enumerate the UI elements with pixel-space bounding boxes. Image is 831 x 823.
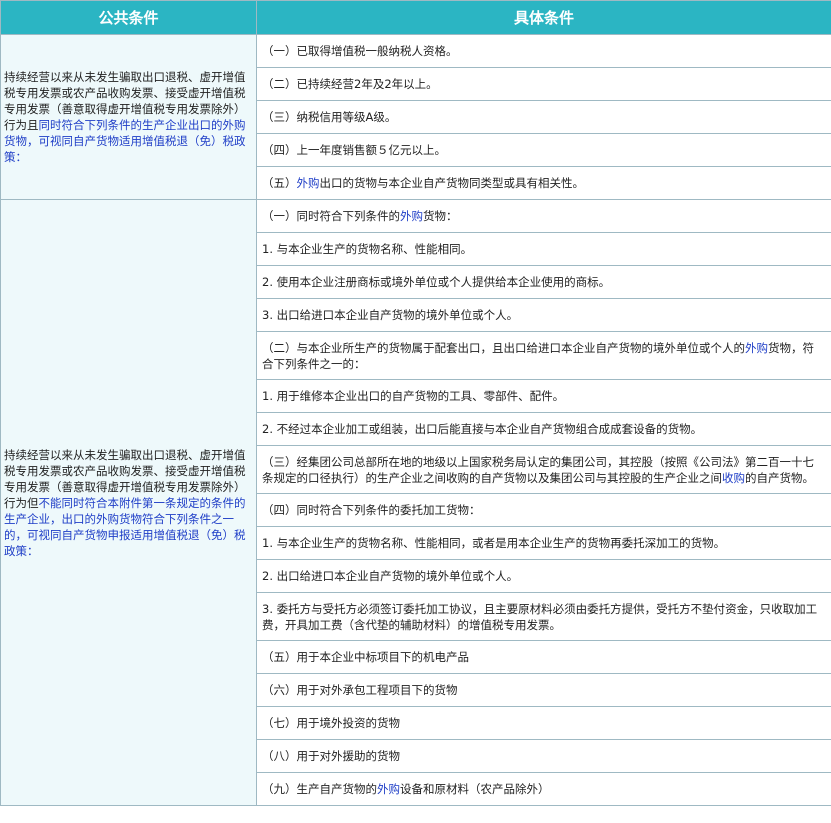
specific-condition: （一）同时符合下列条件的外购货物： <box>256 199 831 233</box>
condition-text: 的自产货物。 <box>745 470 814 485</box>
conditions-table: 公共条件 具体条件 持续经营以来从未发生骗取出口退税、虚开增值税专用发票或农产品… <box>0 0 831 806</box>
header-row: 公共条件 具体条件 <box>0 0 831 35</box>
specific-condition: （八）用于对外援助的货物 <box>256 739 831 773</box>
table-row: 持续经营以来从未发生骗取出口退税、虚开增值税专用发票或农产品收购发票、接受虚开增… <box>0 34 831 200</box>
specific-condition: 2. 使用本企业注册商标或境外单位或个人提供给本企业使用的商标。 <box>256 265 831 299</box>
condition-highlight: 收购 <box>722 470 745 485</box>
condition-highlight: 外购 <box>296 176 320 190</box>
condition-highlight: 外购 <box>745 340 768 355</box>
condition-text: 出口的货物与本企业自产货物同类型或具有相关性。 <box>319 176 585 190</box>
condition-text: （八）用于对外援助的货物 <box>262 749 400 763</box>
specific-condition: 3. 委托方与受托方必须签订委托加工协议，且主要原材料必须由委托方提供，受托方不… <box>256 592 831 641</box>
condition-text: （九）生产自产货物的 <box>262 782 377 796</box>
common-condition-2: 持续经营以来从未发生骗取出口退税、虚开增值税专用发票或农产品收购发票、接受虚开增… <box>0 199 257 806</box>
specific-condition: （三）纳税信用等级A级。 <box>256 100 831 134</box>
specific-condition: （四）同时符合下列条件的委托加工货物： <box>256 493 831 527</box>
common-condition-highlight: 不能同时符合本附件第一条规定的条件的生产企业，出口的外购货物符合下列条件之一的，… <box>4 495 246 558</box>
condition-text: 1. 与本企业生产的货物名称、性能相同。 <box>262 242 473 256</box>
condition-highlight: 外购 <box>400 209 423 223</box>
specific-condition: 1. 用于维修本企业出口的自产货物的工具、零部件、配件。 <box>256 379 831 413</box>
specific-condition: （四）上一年度销售额５亿元以上。 <box>256 133 831 167</box>
condition-text: 1. 与本企业生产的货物名称、性能相同，或者是用本企业生产的货物再委托深加工的货… <box>262 536 726 550</box>
specific-condition: （五）用于本企业中标项目下的机电产品 <box>256 640 831 674</box>
condition-text: （一）已取得增值税一般纳税人资格。 <box>262 44 458 58</box>
table-body: 公共条件 具体条件 持续经营以来从未发生骗取出口退税、虚开增值税专用发票或农产品… <box>0 0 831 806</box>
condition-text: 1. 用于维修本企业出口的自产货物的工具、零部件、配件。 <box>262 389 565 403</box>
condition-text: 设备和原材料（农产品除外） <box>400 782 550 796</box>
header-specific-conditions: 具体条件 <box>256 0 831 35</box>
condition-text: （五） <box>262 176 297 190</box>
specific-condition: （五）外购出口的货物与本企业自产货物同类型或具有相关性。 <box>256 166 831 200</box>
common-condition-1: 持续经营以来从未发生骗取出口退税、虚开增值税专用发票或农产品收购发票、接受虚开增… <box>0 34 257 200</box>
condition-text: 3. 出口给进口本企业自产货物的境外单位或个人。 <box>262 308 519 322</box>
condition-text: 3. 委托方与受托方必须签订委托加工协议，且主要原材料必须由委托方提供，受托方不… <box>262 601 818 632</box>
specific-condition: （九）生产自产货物的外购设备和原材料（农产品除外） <box>256 772 831 806</box>
specific-condition: （三）经集团公司总部所在地的地级以上国家税务局认定的集团公司，其控股（按照《公司… <box>256 445 831 494</box>
condition-text: （四）同时符合下列条件的委托加工货物： <box>262 503 481 517</box>
condition-text: （一）同时符合下列条件的 <box>262 209 400 223</box>
condition-text: 2. 使用本企业注册商标或境外单位或个人提供给本企业使用的商标。 <box>262 275 611 289</box>
condition-text: （六）用于对外承包工程项目下的货物 <box>262 683 458 697</box>
condition-text: （五）用于本企业中标项目下的机电产品 <box>262 650 469 664</box>
condition-text: （二）与本企业所生产的货物属于配套出口，且出口给进口本企业自产货物的境外单位或个… <box>262 340 745 355</box>
condition-text: （七）用于境外投资的货物 <box>262 716 400 730</box>
table-row: 持续经营以来从未发生骗取出口退税、虚开增值税专用发票或农产品收购发票、接受虚开增… <box>0 199 831 806</box>
specific-condition: 2. 不经过本企业加工或组装，出口后能直接与本企业自产货物组合成成套设备的货物。 <box>256 412 831 446</box>
specific-condition: 1. 与本企业生产的货物名称、性能相同。 <box>256 232 831 266</box>
specific-condition: （二）已持续经营2年及2年以上。 <box>256 67 831 101</box>
condition-text: （四）上一年度销售额５亿元以上。 <box>262 143 446 157</box>
specific-condition: （六）用于对外承包工程项目下的货物 <box>256 673 831 707</box>
condition-text: 2. 出口给进口本企业自产货物的境外单位或个人。 <box>262 569 519 583</box>
specific-condition: 2. 出口给进口本企业自产货物的境外单位或个人。 <box>256 559 831 593</box>
specific-condition: 3. 出口给进口本企业自产货物的境外单位或个人。 <box>256 298 831 332</box>
condition-text: （三）纳税信用等级A级。 <box>262 110 397 124</box>
condition-highlight: 外购 <box>377 782 400 796</box>
header-common-conditions: 公共条件 <box>0 0 257 35</box>
specific-condition: 1. 与本企业生产的货物名称、性能相同，或者是用本企业生产的货物再委托深加工的货… <box>256 526 831 560</box>
specific-condition: （二）与本企业所生产的货物属于配套出口，且出口给进口本企业自产货物的境外单位或个… <box>256 331 831 380</box>
common-condition-highlight: 同时符合下列条件的生产企业出口的外购货物，可视同自产货物适用增值税退（免）税政策… <box>4 118 246 164</box>
condition-text: （二）已持续经营2年及2年以上。 <box>262 77 438 91</box>
condition-text: 货物： <box>423 209 458 223</box>
condition-text: 2. 不经过本企业加工或组装，出口后能直接与本企业自产货物组合成成套设备的货物。 <box>262 422 703 436</box>
specific-condition: （七）用于境外投资的货物 <box>256 706 831 740</box>
specific-condition: （一）已取得增值税一般纳税人资格。 <box>256 34 831 68</box>
